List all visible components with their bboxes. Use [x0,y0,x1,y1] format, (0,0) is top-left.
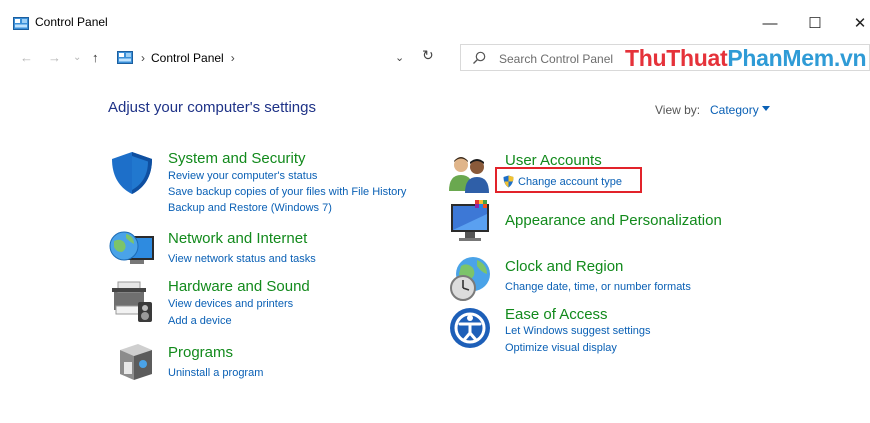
link-windows-suggest-settings[interactable]: Let Windows suggest settings [505,325,651,337]
security-shield-icon[interactable] [108,150,158,196]
search-icon [473,51,486,64]
user-accounts-icon[interactable] [447,153,493,193]
hardware-printer-icon[interactable] [108,276,158,326]
link-review-status[interactable]: Review your computer's status [168,170,317,182]
control-panel-icon [117,51,133,64]
caret-down-icon[interactable] [762,106,770,111]
title-bar: Control Panel — ☐ ✕ [0,0,870,37]
category-network-and-internet[interactable]: Network and Internet [168,230,307,247]
address-dropdown-button[interactable]: ⌄ [395,51,404,64]
uac-shield-icon [503,175,514,188]
link-uninstall-program[interactable]: Uninstall a program [168,367,263,379]
link-backup-restore[interactable]: Backup and Restore (Windows 7) [168,202,332,214]
maximize-button[interactable]: ☐ [800,10,830,36]
minimize-icon: — [762,14,778,32]
link-file-history[interactable]: Save backup copies of your files with Fi… [168,186,406,198]
category-appearance-and-personalization[interactable]: Appearance and Personalization [505,212,722,229]
window-title: Control Panel [35,15,108,29]
up-button[interactable]: ↑ [92,50,99,65]
clock-globe-icon[interactable] [447,254,495,302]
maximize-icon: ☐ [808,15,822,32]
watermark: ThuThuatPhanMem.vn [625,45,867,71]
link-change-account-type[interactable]: Change account type [518,176,622,188]
page-title: Adjust your computer's settings [108,99,316,116]
breadcrumb-separator-icon: › [141,50,145,65]
back-button[interactable]: ← [20,50,33,65]
search-input[interactable]: Search Control Panel [499,52,613,66]
link-date-time-formats[interactable]: Change date, time, or number formats [505,281,691,293]
link-add-device[interactable]: Add a device [168,315,232,327]
minimize-button[interactable]: — [755,10,785,36]
category-hardware-and-sound[interactable]: Hardware and Sound [168,278,310,295]
link-devices-printers[interactable]: View devices and printers [168,298,293,310]
control-panel-icon [13,17,29,30]
refresh-button[interactable]: ↻ [422,47,434,64]
close-button[interactable]: ✕ [845,10,870,36]
close-icon: ✕ [853,15,867,32]
breadcrumb-separator-icon[interactable]: › [231,51,235,65]
appearance-monitor-icon[interactable] [449,200,495,244]
view-by-dropdown[interactable]: Category [710,103,759,117]
programs-box-icon[interactable] [116,340,156,384]
category-system-and-security[interactable]: System and Security [168,150,306,167]
breadcrumb-control-panel[interactable]: Control Panel [151,51,224,65]
ease-of-access-icon[interactable] [448,306,492,350]
link-optimize-visual-display[interactable]: Optimize visual display [505,342,617,354]
view-by-label: View by: [655,103,701,117]
forward-button[interactable]: → [48,50,61,65]
link-network-status[interactable]: View network status and tasks [168,253,316,265]
network-globe-icon[interactable] [108,226,160,272]
recent-locations-button[interactable]: ⌄ [73,52,81,63]
category-programs[interactable]: Programs [168,344,233,361]
category-clock-and-region[interactable]: Clock and Region [505,258,623,275]
category-ease-of-access[interactable]: Ease of Access [505,306,608,323]
